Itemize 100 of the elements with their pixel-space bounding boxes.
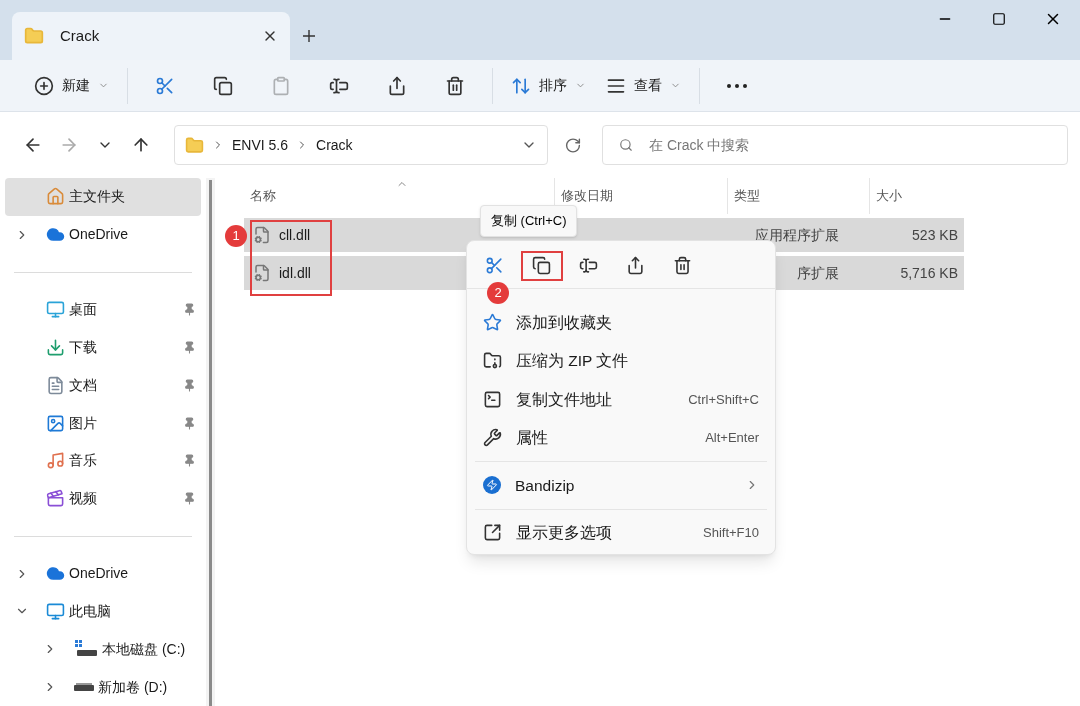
wrench-icon	[483, 428, 502, 448]
house-icon	[46, 187, 65, 207]
menu-item-label: 显示更多选项	[516, 523, 612, 544]
tab-title: Crack	[60, 25, 100, 46]
sidebar-label: 主文件夹	[69, 187, 125, 207]
menu-item[interactable]: 显示更多选项 Shift+F10	[467, 513, 775, 552]
pin-icon[interactable]	[183, 303, 196, 317]
trash-icon	[445, 75, 465, 96]
rename-icon	[579, 256, 598, 275]
scissors-icon	[155, 75, 175, 96]
sidebar-label: 此电脑	[69, 602, 111, 621]
search-icon	[619, 138, 633, 152]
sidebar-label: 图片	[69, 413, 97, 433]
file-size: 523 KB	[912, 226, 958, 243]
sidebar-item[interactable]: 本地磁盘 (C:)	[5, 630, 201, 669]
scrollbar-thumb[interactable]	[209, 180, 212, 706]
file-size: 5,716 KB	[900, 264, 958, 281]
pin-icon[interactable]	[183, 340, 196, 354]
pin-icon[interactable]	[183, 492, 196, 506]
video-icon	[46, 489, 65, 509]
sidebar-item[interactable]: 文档	[5, 366, 201, 405]
toolbar-button[interactable]: 查看	[596, 67, 691, 104]
address-bar[interactable]: ENVI 5.6 Crack	[174, 125, 548, 165]
tab[interactable]: Crack	[12, 12, 290, 60]
bandizip-icon	[483, 476, 501, 495]
sidebar-label: 新加卷 (D:)	[98, 677, 168, 697]
more-icon	[727, 83, 747, 88]
path-icon	[483, 389, 502, 409]
file-name: idl.dll	[279, 263, 311, 283]
column-header[interactable]: 类型	[727, 178, 869, 214]
sidebar-label: 桌面	[69, 300, 97, 320]
folder-icon	[185, 135, 204, 155]
menu-item[interactable]: 压缩为 ZIP 文件	[467, 341, 775, 380]
document-icon	[46, 375, 65, 395]
sidebar-label: 下载	[69, 337, 97, 357]
step-badge: 2	[487, 282, 509, 304]
menu-item[interactable]: 属性 Alt+Enter	[467, 418, 775, 457]
computer-icon	[46, 602, 65, 621]
tooltip: 复制 (Ctrl+C)	[480, 205, 578, 237]
sidebar-item[interactable]: 新加卷 (D:)	[5, 668, 201, 706]
dll-file-icon	[253, 226, 271, 244]
pin-icon[interactable]	[183, 454, 196, 468]
share-icon	[626, 256, 645, 275]
sidebar-item[interactable]: 主文件夹	[5, 178, 201, 216]
share-icon	[387, 75, 407, 96]
pin-icon[interactable]	[183, 416, 196, 430]
sidebar-item[interactable]: 桌面	[5, 290, 201, 329]
copy-icon	[213, 75, 233, 96]
menu-item[interactable]: Bandizip	[467, 466, 775, 505]
sidebar-label: 文档	[69, 375, 97, 395]
menu-item-label: 压缩为 ZIP 文件	[516, 351, 629, 372]
menu-item-label: 添加到收藏夹	[516, 312, 612, 333]
clipboard-icon	[271, 75, 291, 96]
search-field[interactable]: 在 Crack 中搜索	[602, 125, 1068, 165]
new-tab-icon[interactable]	[302, 29, 316, 43]
sidebar-label: 视频	[69, 489, 97, 509]
dll-file-icon	[253, 264, 271, 282]
scissors-icon	[485, 256, 504, 275]
sidebar-item[interactable]: OneDrive	[5, 215, 201, 254]
add-icon	[34, 75, 54, 96]
file-type: 序扩展	[797, 263, 839, 283]
toolbar-button[interactable]: 排序	[501, 67, 596, 104]
desktop-icon	[46, 300, 65, 320]
sidebar-item[interactable]: 音乐	[5, 442, 201, 480]
star-icon	[483, 312, 502, 332]
sidebar-label: 音乐	[69, 451, 97, 471]
folder-icon	[24, 26, 44, 46]
trash-icon	[673, 256, 692, 275]
toolbar-button[interactable]: 新建	[24, 67, 119, 104]
file-type: 应用程序扩展	[755, 225, 839, 245]
menu-item-label: 属性	[516, 428, 548, 449]
shortcut-text: Ctrl+Shift+C	[688, 390, 759, 409]
menu-action-button[interactable]	[520, 250, 563, 281]
menu-item-label: 复制文件地址	[516, 389, 612, 410]
menu-item[interactable]: 添加到收藏夹	[467, 303, 775, 342]
download-icon	[46, 337, 65, 357]
copy-icon	[532, 256, 551, 275]
sidebar-item[interactable]: 下载	[5, 328, 201, 367]
breadcrumb-item[interactable]: Crack	[316, 134, 353, 156]
breadcrumb-item[interactable]: ENVI 5.6	[232, 134, 289, 156]
sidebar-label: OneDrive	[69, 225, 129, 245]
column-header[interactable]: 大小	[869, 178, 964, 214]
sidebar-item[interactable]: 此电脑	[5, 592, 201, 631]
zip-folder-icon	[483, 351, 502, 371]
menu-item[interactable]: 复制文件地址 Ctrl+Shift+C	[467, 380, 775, 419]
drive-icon	[74, 683, 94, 692]
search-input[interactable]: 在 Crack 中搜索	[649, 134, 1051, 156]
music-icon	[46, 451, 65, 471]
sidebar-item[interactable]: OneDrive	[5, 554, 201, 593]
sidebar-item[interactable]: 图片	[5, 404, 201, 443]
maximize-icon[interactable]	[992, 12, 1006, 26]
step-badge: 1	[225, 225, 247, 247]
sidebar-label: 本地磁盘 (C:)	[102, 639, 186, 659]
shortcut-text: Alt+Enter	[705, 429, 759, 447]
sidebar-label: OneDrive	[69, 564, 129, 584]
pin-icon[interactable]	[183, 378, 196, 392]
file-name: cll.dll	[279, 225, 311, 245]
menu-item-label: Bandizip	[515, 475, 575, 496]
sidebar-item[interactable]: 视频	[5, 479, 201, 518]
shortcut-text: Shift+F10	[703, 524, 759, 542]
